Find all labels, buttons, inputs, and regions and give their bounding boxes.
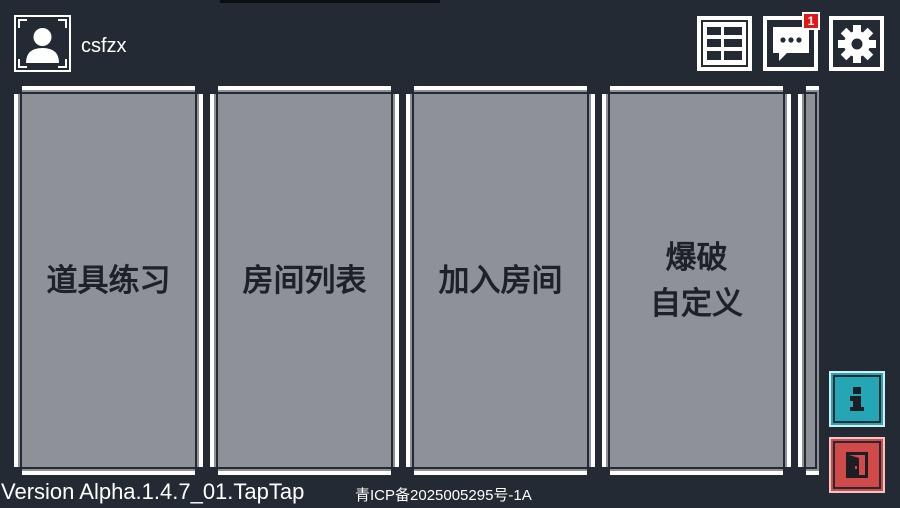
messages-button[interactable]: 1: [763, 12, 820, 71]
messages-badge: 1: [802, 12, 820, 30]
mode-card-label: 道具练习: [46, 262, 171, 299]
gear-icon: [837, 24, 876, 63]
mode-card-next[interactable]: [798, 86, 819, 475]
username: csfzx: [81, 35, 127, 57]
mode-card-room-list[interactable]: 房间列表: [210, 86, 399, 475]
mode-card-custom-demolition[interactable]: 爆破 自定义: [602, 86, 791, 475]
icp-license-label: 青ICP备2025005295号-1A: [355, 487, 532, 504]
user-icon: [26, 28, 59, 63]
mode-card-item-practice[interactable]: 道具练习: [14, 86, 203, 475]
mode-card-label: 加入房间: [438, 262, 563, 299]
card-corner: [798, 86, 806, 94]
mode-card-label: 爆破 自定义: [650, 239, 743, 322]
grid-menu-button[interactable]: [697, 16, 752, 71]
exit-door-icon: [846, 452, 868, 478]
exit-button[interactable]: [829, 437, 885, 493]
info-icon: [850, 387, 864, 411]
info-button[interactable]: [829, 371, 885, 427]
top-notch: [220, 0, 440, 3]
mode-card-label: 房间列表: [242, 262, 367, 299]
grid-icon: [703, 22, 746, 65]
settings-button[interactable]: [829, 16, 884, 71]
avatar[interactable]: [14, 15, 71, 72]
mode-card-join-room[interactable]: 加入房间: [406, 86, 595, 475]
version-label: Version Alpha.1.4.7_01.TapTap: [1, 479, 305, 504]
card-corner: [798, 467, 806, 475]
